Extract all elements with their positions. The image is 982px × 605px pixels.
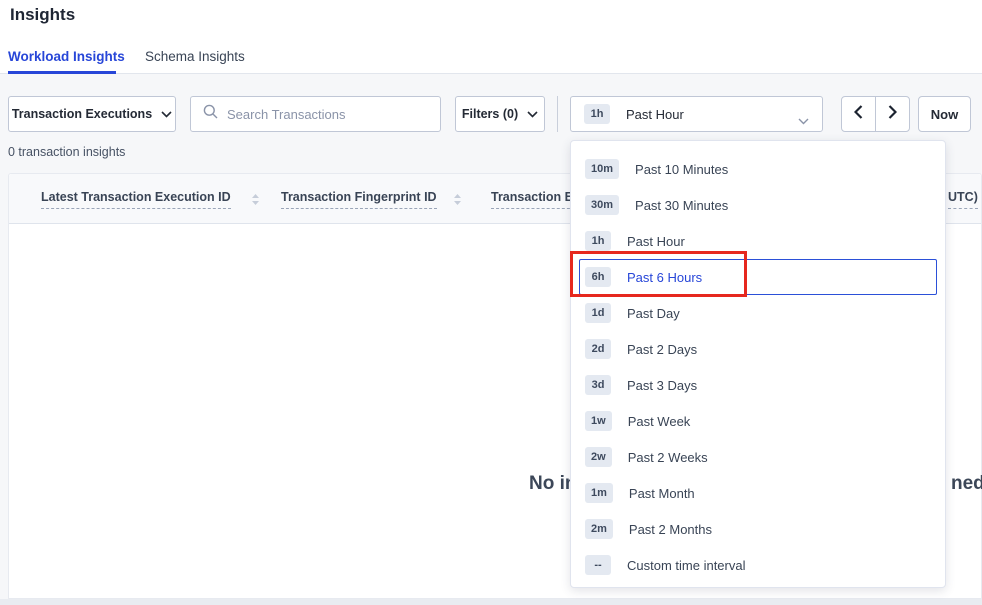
time-option-badge: 2d (585, 339, 611, 359)
time-option[interactable]: 1w Past Week (579, 403, 937, 439)
time-option[interactable]: -- Custom time interval (579, 547, 937, 583)
time-range-step-controls (841, 96, 910, 132)
time-option-label: Past Week (628, 414, 691, 429)
time-option-label: Past 2 Weeks (628, 450, 708, 465)
tab-schema-insights[interactable]: Schema Insights (145, 49, 245, 64)
chevron-down-icon (161, 107, 172, 121)
insights-count: 0 transaction insights (8, 145, 125, 159)
time-option-badge: 1d (585, 303, 611, 323)
filters-button-label: Filters (0) (462, 107, 518, 121)
time-option-badge: 6h (585, 267, 611, 287)
time-option[interactable]: 1d Past Day (579, 295, 937, 331)
column-header-transaction-fingerprint-id: Transaction Fingerprint ID (281, 174, 462, 224)
time-range-label: Past Hour (626, 107, 684, 122)
time-option-badge: 1w (585, 411, 612, 431)
next-interval-button[interactable] (875, 96, 910, 132)
time-option[interactable]: 30m Past 30 Minutes (579, 187, 937, 223)
time-option-label: Past 2 Months (629, 522, 712, 537)
column-header-transaction-execution-truncated: Transaction Ex (491, 174, 580, 224)
time-option-badge: 10m (585, 159, 619, 179)
time-option[interactable]: 2w Past 2 Weeks (579, 439, 937, 475)
filters-button[interactable]: Filters (0) (455, 96, 545, 132)
page-title: Insights (10, 5, 75, 25)
column-header-label[interactable]: Transaction Ex (491, 190, 580, 209)
time-option-label: Past Day (627, 306, 680, 321)
time-option-label: Custom time interval (627, 558, 745, 573)
time-option-label: Past 2 Days (627, 342, 697, 357)
now-button[interactable]: Now (918, 96, 971, 132)
search-box[interactable] (190, 96, 441, 132)
time-option-badge: 3d (585, 375, 611, 395)
time-range-badge: 1h (584, 104, 610, 124)
tab-workload-insights[interactable]: Workload Insights (8, 49, 125, 64)
time-option[interactable]: 1m Past Month (579, 475, 937, 511)
time-option[interactable]: 6h Past 6 Hours (579, 259, 937, 295)
chevron-down-icon (527, 107, 538, 121)
time-option-badge: 30m (585, 195, 619, 215)
time-option-badge: -- (585, 555, 611, 575)
time-range-dropdown-menu: 10m Past 10 Minutes 30m Past 30 Minutes … (570, 140, 946, 588)
column-header-label[interactable]: Latest Transaction Execution ID (41, 190, 231, 209)
time-option-label: Past 30 Minutes (635, 198, 728, 213)
toolbar-divider (557, 96, 558, 132)
empty-state-text-fragment-right: ned. (951, 473, 982, 495)
column-header-latest-transaction-execution-id: Latest Transaction Execution ID (41, 174, 260, 224)
previous-interval-button[interactable] (841, 96, 876, 132)
chevron-down-icon (798, 112, 809, 130)
column-header-label[interactable]: Transaction Fingerprint ID (281, 190, 437, 209)
time-option-label: Past Month (629, 486, 695, 501)
time-option-label: Past 6 Hours (627, 270, 702, 285)
insight-type-select-label: Transaction Executions (12, 107, 152, 121)
time-option[interactable]: 2m Past 2 Months (579, 511, 937, 547)
column-header-utc-truncated: UTC) (948, 174, 978, 224)
time-option-badge: 1h (585, 231, 611, 251)
time-option[interactable]: 1h Past Hour (579, 223, 937, 259)
time-range-dropdown-trigger[interactable]: 1h Past Hour (570, 96, 823, 132)
time-option[interactable]: 10m Past 10 Minutes (579, 151, 937, 187)
search-input[interactable] (227, 107, 428, 122)
sort-icon[interactable] (453, 193, 462, 206)
time-option[interactable]: 2d Past 2 Days (579, 331, 937, 367)
tab-bar-divider (0, 73, 982, 74)
time-option-badge: 2w (585, 447, 612, 467)
active-tab-underline (8, 71, 116, 74)
time-option-badge: 1m (585, 483, 613, 503)
page-bottom-band (0, 599, 982, 605)
sort-icon[interactable] (251, 193, 260, 206)
time-option-label: Past Hour (627, 234, 685, 249)
column-header-label[interactable]: UTC) (948, 190, 978, 209)
search-icon (203, 104, 218, 124)
time-option-badge: 2m (585, 519, 613, 539)
chevron-right-icon (888, 105, 897, 124)
time-option-label: Past 10 Minutes (635, 162, 728, 177)
chevron-left-icon (854, 105, 863, 124)
insight-type-select[interactable]: Transaction Executions (8, 96, 176, 132)
time-option-label: Past 3 Days (627, 378, 697, 393)
time-option[interactable]: 3d Past 3 Days (579, 367, 937, 403)
